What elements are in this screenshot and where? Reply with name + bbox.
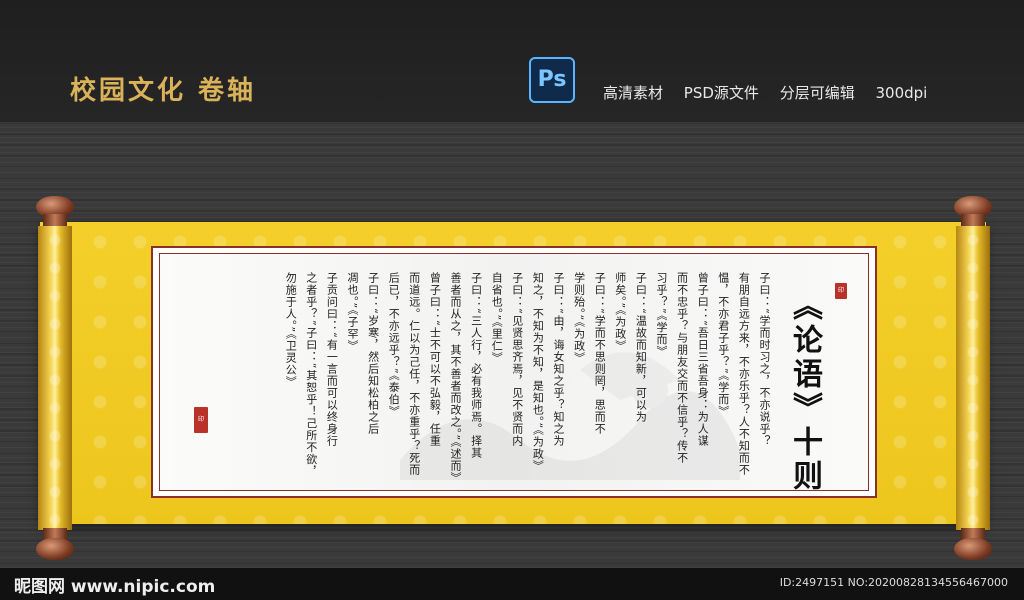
text-column: 凋也。”《子罕》 xyxy=(346,272,359,352)
text-column: 子曰：“学而时习之，不亦说乎？ xyxy=(758,272,771,447)
scroll-rod-left xyxy=(36,196,74,560)
text-column: 知之，不知为不知，是知也。”《为政》 xyxy=(531,272,545,472)
rod-cap-icon xyxy=(954,538,992,560)
text-column: 后已，不亦远乎？”《泰伯》 xyxy=(387,272,401,418)
text-column: 自省也。”《里仁》 xyxy=(490,272,504,364)
text-column: 子曰：“岁寒，然后知松柏之后 xyxy=(366,272,380,435)
text-column: 善者而从之，其不善者而改之。”《述而》 xyxy=(449,272,462,484)
image-id: ID:2497151 NO:20200828134556467000 xyxy=(779,576,1008,589)
rod-shaft xyxy=(38,226,72,530)
text-column: 子曰：“学而不思则罔，思而不 xyxy=(593,272,607,435)
rod-cap-icon xyxy=(36,538,74,560)
tag-dpi: 300dpi xyxy=(875,84,928,102)
text-column: 之者乎？”子曰：“其恕乎！己所不欲， xyxy=(304,272,318,478)
scroll-heading: 《论语》十则 xyxy=(787,290,822,494)
text-column: 曾子曰：“吾日三省吾身：为人谋 xyxy=(696,272,710,447)
photoshop-icon: Ps xyxy=(529,57,575,103)
text-column: 习乎？”《学而》 xyxy=(655,272,668,358)
text-column: 子曰：“三人行，必有我师焉。择其 xyxy=(469,272,483,459)
tag-layers: 分层可编辑 xyxy=(779,84,855,102)
site-watermark: 昵图网 www.nipic.com xyxy=(14,577,216,597)
text-column: 曾子曰：“士不可以不弘毅，任重 xyxy=(428,272,442,447)
text-column: 而不忠乎？与朋友交而不信乎？传不 xyxy=(675,272,689,464)
text-column: 子曰：“温故而知新，可以为 xyxy=(634,272,648,423)
text-column: 愠，不亦君子乎？”《学而》 xyxy=(716,272,730,418)
seal-stamp-icon: 印 xyxy=(194,407,208,433)
text-column: 有朋自远方来，不亦乐乎？人不知而不 xyxy=(737,272,751,476)
tag-psd: PSD源文件 xyxy=(683,84,759,102)
tag-hd: 高清素材 xyxy=(603,84,664,102)
page-title: 校园文化 卷轴 xyxy=(70,76,257,106)
text-column: 勿施于人。”《卫灵公》 xyxy=(284,272,298,388)
text-column: 子曰：“见贤思齐焉，见不贤而内 xyxy=(510,272,524,447)
seal-stamp-icon: 印 xyxy=(835,283,847,299)
feature-tags: 高清素材 PSD源文件 分层可编辑 300dpi xyxy=(603,82,943,103)
text-column: 子贡问曰：“有一言而可以终身行 xyxy=(325,272,339,447)
text-column: 师矣。”《为政》 xyxy=(613,272,627,352)
text-column: 学则殆。”《为政》 xyxy=(572,272,586,364)
rod-shaft xyxy=(956,226,990,530)
text-column: 而道远。仁以为己任，不亦重乎？死而 xyxy=(407,272,421,476)
scroll-rod-right xyxy=(954,196,992,560)
text-column: 子曰：“由，诲女知之乎？知之为 xyxy=(552,272,565,447)
